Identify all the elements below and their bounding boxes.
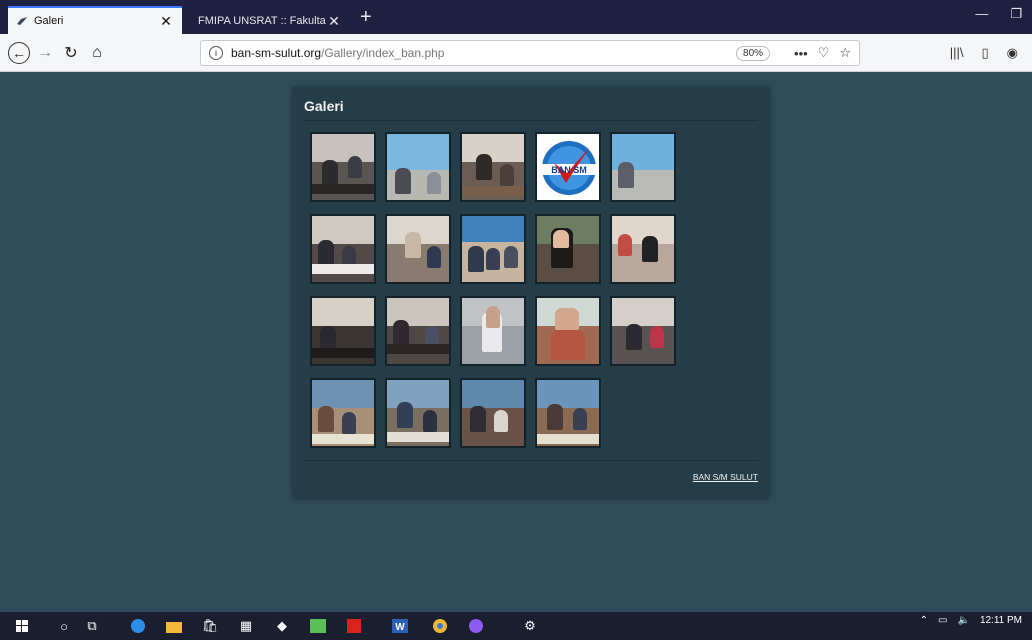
store-icon[interactable]: 🛍: [202, 618, 219, 634]
bookmark-star-icon[interactable]: ☆: [839, 45, 851, 61]
edge-icon[interactable]: [130, 618, 146, 634]
svg-text:W: W: [395, 622, 405, 633]
close-tab-icon[interactable]: ✕: [326, 13, 342, 30]
photos-icon[interactable]: [310, 618, 326, 634]
gallery-thumbnail[interactable]: [460, 296, 526, 366]
url-bar[interactable]: i ban-sm-sulut.org /Gallery/index_ban.ph…: [200, 40, 860, 66]
page-title: Galeri: [304, 98, 344, 114]
gallery-thumbnail[interactable]: [460, 378, 526, 448]
zoom-indicator[interactable]: 80%: [736, 45, 771, 61]
volume-icon[interactable]: 🔈: [957, 615, 969, 626]
app-icon[interactable]: ◆: [274, 618, 290, 634]
gallery-thumbnail[interactable]: [610, 214, 676, 284]
gallery-thumbnail[interactable]: [385, 296, 451, 366]
new-tab-button[interactable]: +: [360, 6, 372, 28]
ban-sm-logo-thumbnail[interactable]: BAN SM: [535, 132, 601, 202]
search-icon[interactable]: ○: [56, 618, 72, 634]
home-button[interactable]: ⌂: [86, 42, 108, 64]
task-view-icon[interactable]: ⧉: [84, 618, 100, 634]
gallery-thumbnail[interactable]: [610, 296, 676, 366]
minimize-icon[interactable]: —: [975, 6, 988, 22]
svg-text:BAN SM: BAN SM: [551, 165, 587, 175]
gallery-thumbnail[interactable]: [310, 132, 376, 202]
calculator-icon[interactable]: ▦: [238, 618, 254, 634]
tab-title: FMIPA UNSRAT :: Fakultas MIPA: [198, 15, 326, 27]
ban-sm-logo-icon: BAN SM: [542, 141, 596, 195]
account-icon[interactable]: ◉: [1007, 45, 1018, 61]
back-button[interactable]: ←: [8, 42, 30, 64]
gallery-thumbnail[interactable]: [385, 214, 451, 284]
chevron-up-icon[interactable]: ⌃: [920, 615, 928, 626]
gallery-thumbnail[interactable]: [535, 214, 601, 284]
gallery-thumbnail[interactable]: [460, 214, 526, 284]
tab-fmipa[interactable]: FMIPA UNSRAT :: Fakultas MIPA ✕: [190, 8, 350, 34]
reload-button[interactable]: ↻: [60, 42, 82, 64]
library-icon[interactable]: |||\: [950, 45, 964, 61]
gallery-thumbnail[interactable]: [310, 378, 376, 448]
restore-icon[interactable]: ❐: [1010, 6, 1022, 22]
gallery-thumbnail[interactable]: [535, 378, 601, 448]
gallery-thumbnail[interactable]: [385, 378, 451, 448]
tab-title: Galeri: [34, 15, 64, 27]
gallery-thumbnail[interactable]: [385, 132, 451, 202]
pocket-icon[interactable]: ♡: [818, 45, 830, 61]
tab-strip: Galeri ✕ FMIPA UNSRAT :: Fakultas MIPA ✕…: [0, 0, 1032, 34]
gallery-thumbnail[interactable]: [310, 214, 376, 284]
close-tab-icon[interactable]: ✕: [158, 13, 174, 30]
url-path: /Gallery/index_ban.php: [321, 46, 445, 60]
forward-button[interactable]: →: [34, 42, 56, 64]
clock[interactable]: 12:11 PM: [980, 615, 1022, 626]
window-controls: — ❐: [975, 6, 1022, 22]
file-explorer-icon[interactable]: [166, 618, 182, 634]
url-host: ban-sm-sulut.org: [231, 46, 322, 60]
gallery-thumbnail[interactable]: [535, 296, 601, 366]
sidebar-icon[interactable]: ▯: [982, 45, 989, 61]
taskbar: ○ ⧉ 🛍 ▦ ◆ W ⚙ ⌃ ▭ 🔈 12:11 PM: [0, 612, 1032, 640]
page-actions-menu[interactable]: •••: [794, 46, 808, 61]
title-divider: [304, 120, 758, 121]
navigation-bar: ← → ↻ ⌂ i ban-sm-sulut.org /Gallery/inde…: [0, 34, 1032, 72]
gallery-thumbnail[interactable]: [610, 132, 676, 202]
bird-favicon-icon: [16, 15, 28, 27]
ban-sm-sulut-link[interactable]: BAN S/M SULUT: [693, 472, 758, 482]
word-icon[interactable]: W: [392, 618, 408, 634]
gallery-card: Galeri BAN SM BAN S/M SULUT: [292, 86, 770, 498]
acrobat-icon[interactable]: [346, 618, 362, 634]
tab-galeri[interactable]: Galeri ✕: [8, 6, 182, 34]
windows-start-icon[interactable]: [14, 618, 30, 634]
toolbar-right: |||\ ▯ ◉: [950, 45, 1018, 61]
footer-divider: [304, 460, 758, 461]
gallery-thumbnail[interactable]: [460, 132, 526, 202]
chrome-icon[interactable]: [432, 618, 448, 634]
firefox-icon[interactable]: [468, 618, 484, 634]
gallery-thumbnail[interactable]: [310, 296, 376, 366]
network-icon[interactable]: ▭: [938, 615, 947, 626]
info-icon[interactable]: i: [209, 46, 223, 60]
system-tray: ⌃ ▭ 🔈 12:11 PM: [920, 615, 1022, 626]
settings-gear-icon[interactable]: ⚙: [522, 618, 538, 634]
